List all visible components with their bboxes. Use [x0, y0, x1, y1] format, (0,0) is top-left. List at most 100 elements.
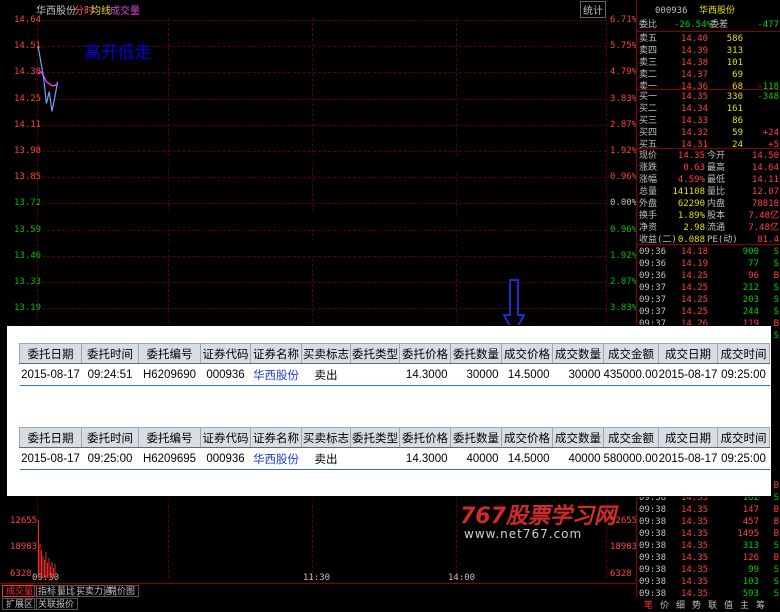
volume-bar	[39, 544, 41, 578]
column-header[interactable]: 委托类型	[350, 427, 400, 448]
quote-field: 14.35	[681, 529, 709, 539]
table-cell: 40000	[450, 447, 502, 470]
quote-tab[interactable]: 值	[724, 598, 733, 611]
tick-row: 09:38 14.35 457 B	[637, 516, 780, 528]
orders-table-1: 委托日期 委托时间 委托编号 证券代码 证券名称 买卖标志 委托类型 委托价格 委托数量 成交价格…	[19, 343, 770, 386]
quote-field: 卖三	[639, 58, 658, 68]
tick-row: 09:37 14.25 212 S	[637, 282, 780, 294]
quote-field: 212	[742, 283, 759, 293]
quote-field: 买三	[639, 116, 658, 126]
quote-field: 62290	[677, 199, 705, 209]
buy-level-row: 买一 14.35 330 -348	[637, 91, 780, 103]
quote-field: 101	[726, 58, 743, 68]
table-cell: 14.5000	[501, 363, 553, 386]
quote-tab[interactable]: 势	[692, 598, 701, 611]
column-header[interactable]: 成交价格	[501, 427, 553, 448]
table-cell: 14.5000	[501, 447, 553, 470]
intraday-chart-panel[interactable]: 华西股份 分时 均线 成交量 统计 14.64 6.71% 14.51 5.75% 14…	[0, 0, 636, 612]
divider	[637, 89, 780, 90]
quote-field: 14.35	[681, 505, 709, 515]
tick-row: 09:37 14.25 203 S	[637, 294, 780, 306]
quote-field: 09:36	[639, 259, 667, 269]
column-header[interactable]: 证券代码	[200, 343, 251, 364]
annotation-line-5: 即成交。一次做涨停超级短线套利操作完成。	[129, 239, 479, 259]
column-header[interactable]: 成交日期	[658, 343, 718, 364]
column-header[interactable]: 证券名称	[250, 343, 302, 364]
tick-row: 09:38 14.35 103 S	[637, 576, 780, 588]
column-header[interactable]: 证券名称	[250, 427, 302, 448]
quote-field: 14.11	[751, 175, 779, 185]
column-header[interactable]: 成交数量	[552, 343, 604, 364]
column-header[interactable]: 委托日期	[19, 427, 82, 448]
quote-field: S	[773, 565, 779, 575]
quote-field: 股本	[707, 211, 726, 221]
column-header[interactable]: 证券代码	[200, 427, 251, 448]
column-header[interactable]: 委托日期	[19, 343, 82, 364]
tab-auction-chart[interactable]: 竞价图	[104, 585, 140, 597]
quote-field: S	[773, 577, 779, 587]
tab-extension[interactable]: 扩展区	[2, 598, 38, 610]
volume-bar	[50, 566, 51, 578]
column-header[interactable]: 委托时间	[81, 343, 139, 364]
quote-header: 000936 华西股份	[637, 5, 780, 17]
quote-tab[interactable]: 主	[740, 598, 749, 611]
volume-bar	[38, 520, 39, 578]
table-row[interactable]: 2015-08-17 09:24:51 H6209690 000936 华西股份 卖出 14…	[19, 363, 770, 386]
column-header[interactable]: 委托类型	[350, 343, 400, 364]
column-header[interactable]: 委托价格	[399, 343, 451, 364]
column-header[interactable]: 成交时间	[717, 427, 770, 448]
quote-field: 14.39	[681, 46, 709, 56]
quote-tab[interactable]: 联	[708, 598, 717, 611]
quote-tab[interactable]: 笔	[644, 598, 653, 611]
column-header[interactable]: 买卖标志	[301, 343, 351, 364]
column-header[interactable]: 成交金额	[603, 427, 659, 448]
quote-field: 103	[742, 577, 759, 587]
tab-linked-quote[interactable]: 关联报价	[34, 598, 79, 610]
quote-field: 09:37	[639, 295, 667, 305]
column-header[interactable]: 委托数量	[450, 427, 502, 448]
stock-name: 华西股份	[699, 6, 736, 16]
quote-tab[interactable]: 筹	[756, 598, 765, 611]
tab-volume-indicator[interactable]: 成交量	[2, 585, 38, 597]
table-cell: 000936	[200, 363, 251, 386]
column-header[interactable]: 买卖标志	[301, 427, 351, 448]
volume-bar	[48, 558, 50, 578]
table-cell: 2015-08-17	[658, 363, 718, 386]
column-header[interactable]: 委托编号	[138, 427, 201, 448]
quote-field: 买一	[639, 92, 658, 102]
quote-field: 14.25	[681, 307, 709, 317]
quote-field: 最低	[707, 175, 726, 185]
quote-field: -348	[757, 92, 779, 102]
quote-field: 7.48亿	[748, 223, 779, 233]
column-header[interactable]: 成交价格	[501, 343, 553, 364]
quote-field: 09:38	[639, 517, 667, 527]
volume-bar	[54, 564, 56, 578]
column-header[interactable]: 委托价格	[399, 427, 451, 448]
quote-tab[interactable]: 价	[660, 598, 669, 611]
table-cell: 30000	[552, 363, 604, 386]
quote-field: 59	[732, 128, 743, 138]
column-header[interactable]: 成交数量	[552, 427, 604, 448]
quote-tab[interactable]: 细	[676, 598, 685, 611]
volume-bar	[41, 550, 42, 578]
quote-field: S	[773, 259, 779, 269]
column-header[interactable]: 委托编号	[138, 343, 201, 364]
divider	[637, 244, 780, 245]
orders-box: 委托日期 委托时间 委托编号 证券代码 证券名称 买卖标志 委托类型 委托价格 委托数量 成交价格…	[6, 325, 772, 497]
volume-bar	[47, 563, 48, 578]
table-cell: 09:25:00	[81, 447, 139, 470]
quote-field: 09:38	[639, 541, 667, 551]
column-header[interactable]: 成交日期	[658, 427, 718, 448]
column-header[interactable]: 成交时间	[717, 343, 770, 364]
table-row[interactable]: 2015-08-17 09:25:00 H6209695 000936 华西股份 卖出 14…	[19, 447, 770, 470]
quote-field: 14.35	[681, 553, 709, 563]
column-header[interactable]: 成交金额	[603, 343, 659, 364]
stock-code: 000936	[655, 6, 688, 16]
column-header[interactable]: 委托数量	[450, 343, 502, 364]
column-header[interactable]: 委托时间	[81, 427, 139, 448]
quote-field: 1.89%	[677, 211, 705, 221]
divider	[637, 31, 780, 32]
stat-row: 换手 1.89% 股本 7.48亿	[637, 210, 780, 222]
table-cell: 40000	[552, 447, 604, 470]
quote-field: 买二	[639, 104, 658, 114]
